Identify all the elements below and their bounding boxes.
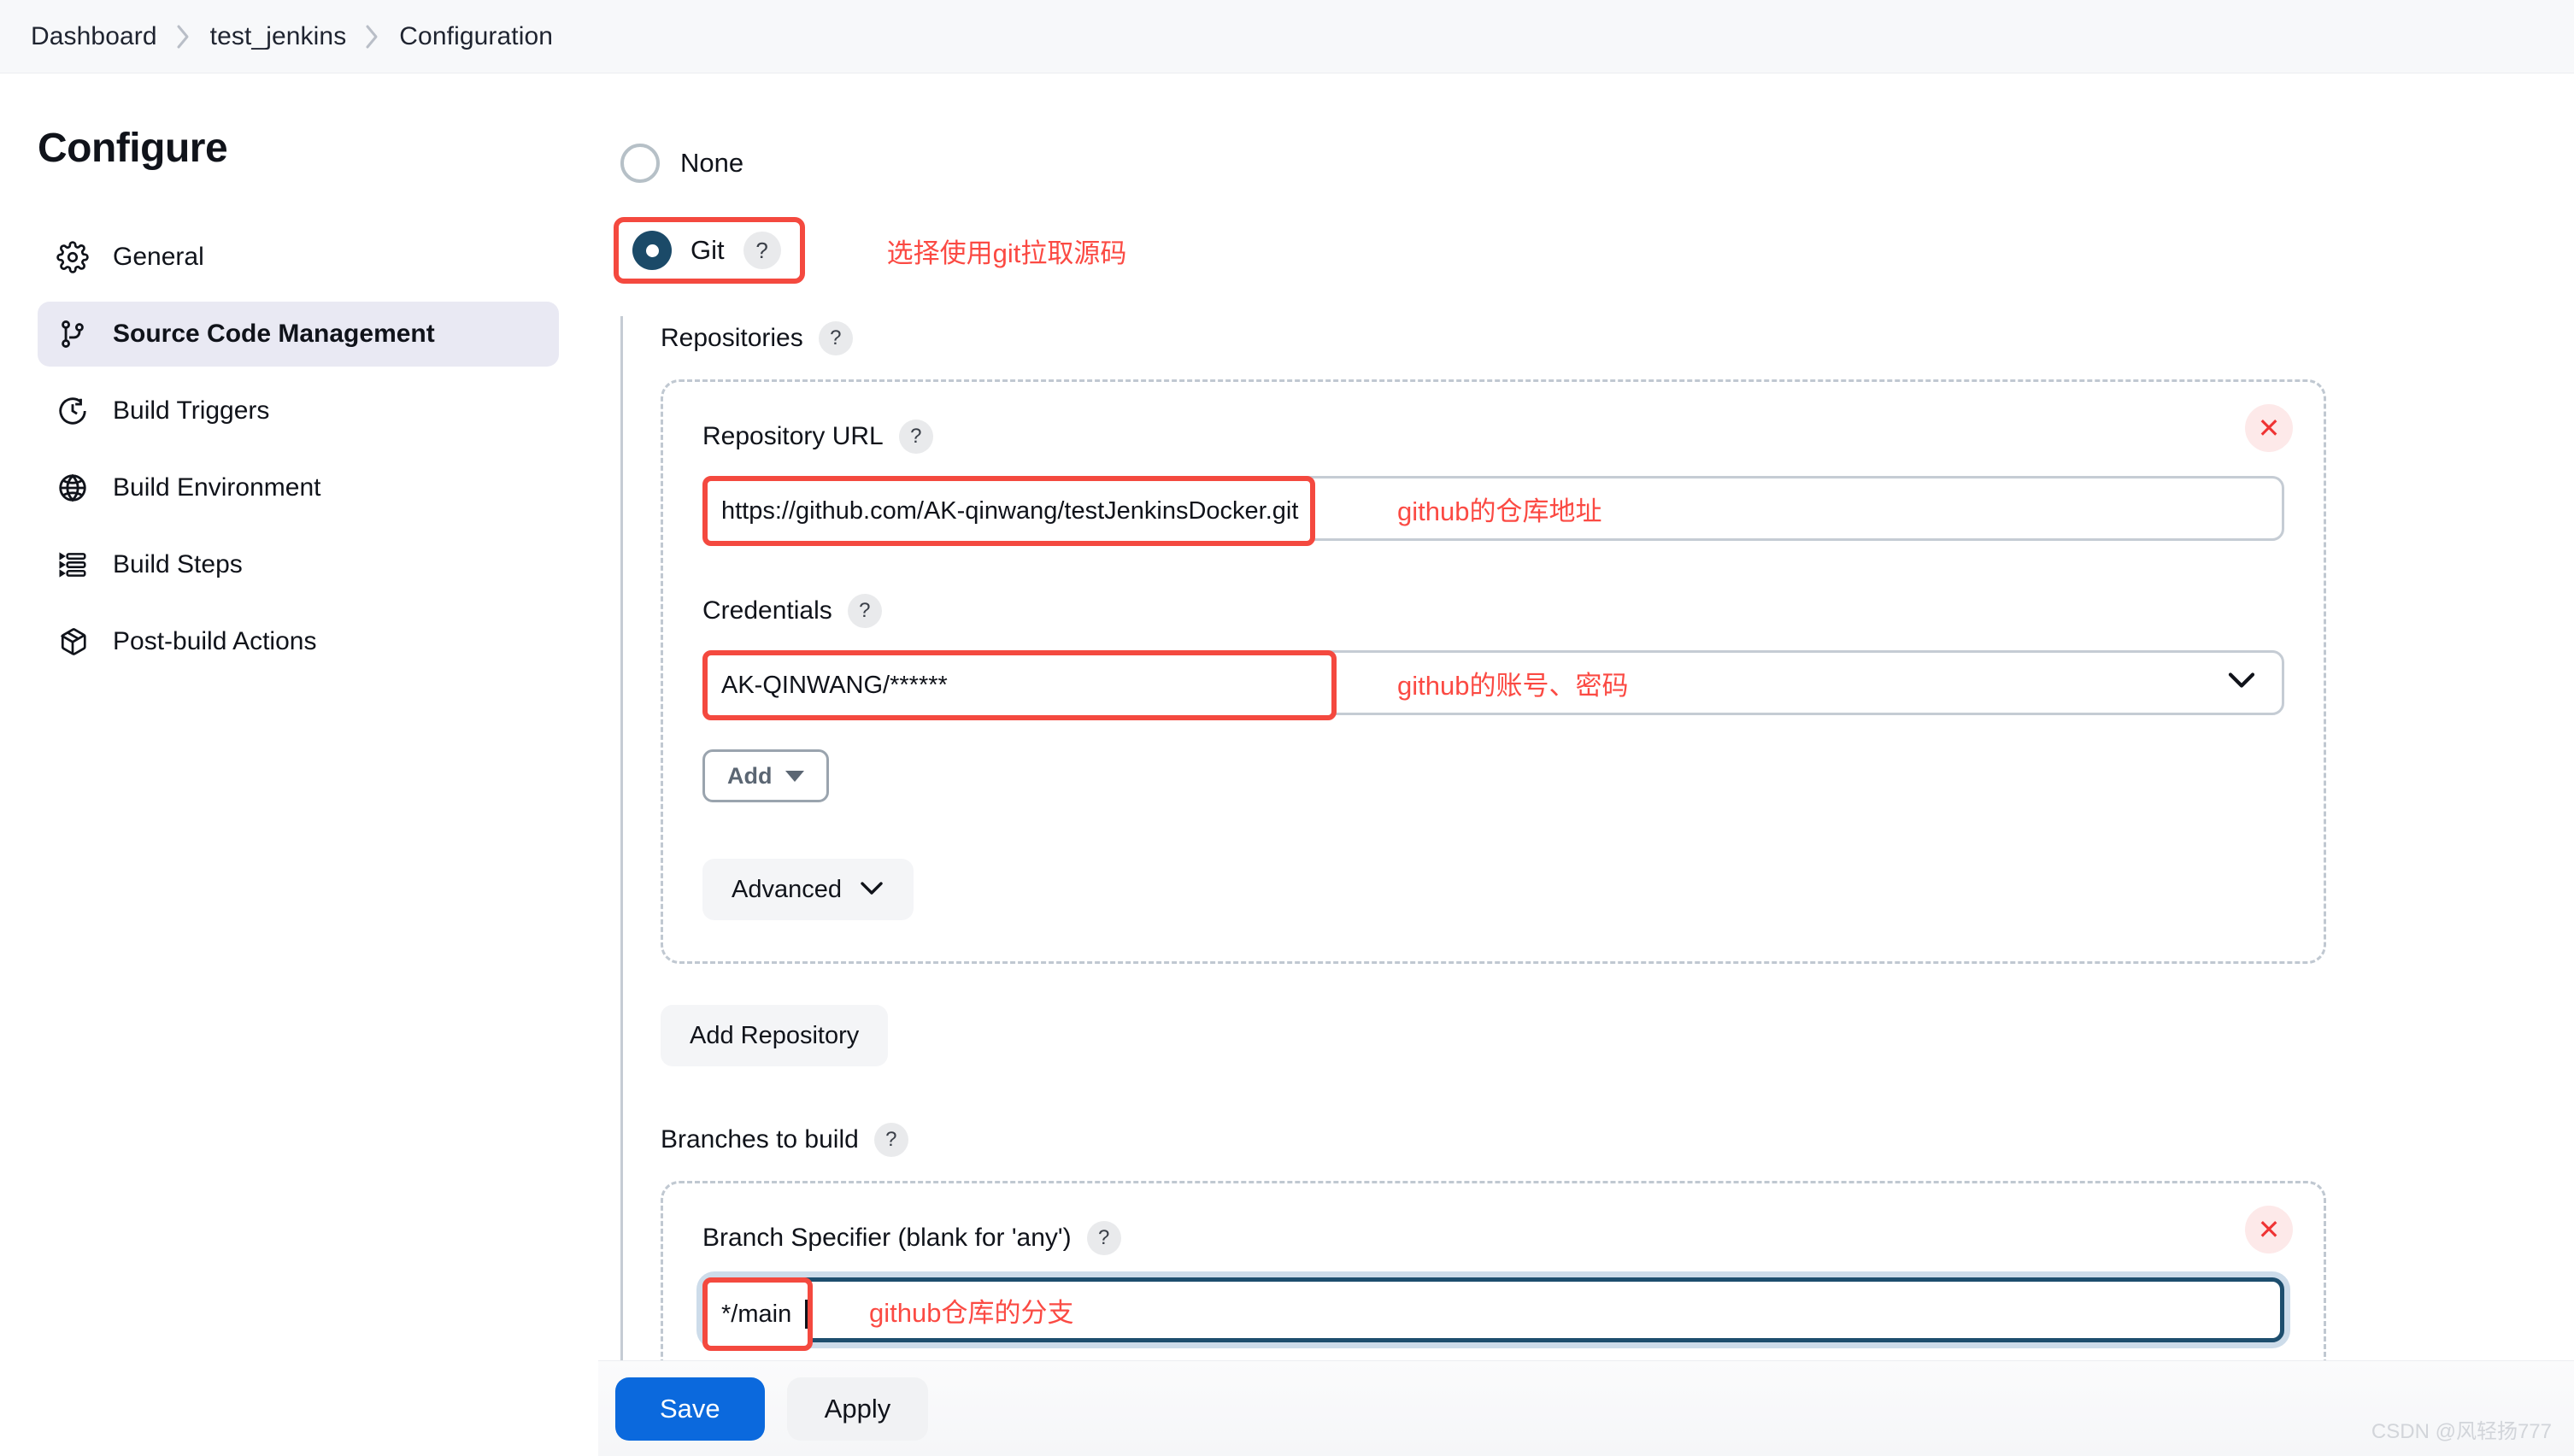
repository-url-field[interactable]: https://github.com/AK-qinwang/testJenkin…	[702, 476, 2284, 546]
clock-icon	[56, 395, 89, 427]
delete-branch-button[interactable]: ✕	[2245, 1206, 2293, 1253]
radio-option-none[interactable]: None	[620, 144, 2574, 183]
delete-repository-button[interactable]: ✕	[2245, 404, 2293, 452]
gear-icon	[56, 241, 89, 273]
chevron-down-icon	[859, 876, 884, 904]
sidebar-item-label: Build Environment	[113, 473, 321, 502]
repository-card: ✕ Repository URL ? https://github.com/AK…	[661, 379, 2326, 964]
sidebar-item-general[interactable]: General	[38, 225, 559, 290]
credentials-select[interactable]: AK-QINWANG/****** github的账号、密码	[702, 650, 2284, 720]
advanced-button[interactable]: Advanced	[702, 859, 914, 920]
sidebar-item-build-steps[interactable]: Build Steps	[38, 532, 559, 597]
repository-url-label: Repository URL	[702, 422, 884, 450]
radio-git-label: Git	[691, 235, 725, 265]
credentials-value: AK-QINWANG/******	[721, 671, 948, 699]
repository-url-highlight[interactable]: https://github.com/AK-qinwang/testJenkin…	[702, 476, 1316, 546]
credentials-label: Credentials	[702, 596, 832, 625]
watermark: CSDN @风轻扬777	[2371, 1420, 2552, 1443]
help-icon-git[interactable]: ?	[743, 232, 781, 269]
apply-button[interactable]: Apply	[786, 1377, 929, 1441]
repositories-label: Repositories	[661, 324, 803, 352]
branch-specifier-label: Branch Specifier (blank for 'any')	[702, 1224, 1072, 1252]
add-repository-button[interactable]: Add Repository	[661, 1005, 889, 1066]
git-settings-body: Repositories ? ✕ Repository URL ? https:…	[620, 316, 2574, 1456]
scrolled-heading-remnant	[1483, 73, 1490, 83]
repository-url-value: https://github.com/AK-qinwang/testJenkin…	[721, 496, 1299, 525]
box-icon	[56, 625, 89, 658]
caret-down-icon	[785, 770, 805, 782]
sidebar: Configure General Source Code Management…	[0, 73, 598, 1456]
branch-specifier-value: */main	[721, 1300, 792, 1328]
annotation-branch-specifier: github仓库的分支	[869, 1297, 1074, 1328]
list-icon	[56, 549, 89, 581]
repositories-header: Repositories ?	[661, 321, 2574, 355]
breadcrumb-item-test-jenkins[interactable]: test_jenkins	[210, 22, 347, 51]
sidebar-item-label: Post-build Actions	[113, 627, 317, 655]
sidebar-item-label: General	[113, 243, 204, 271]
radio-none-label: None	[680, 148, 744, 178]
help-icon-branch-specifier[interactable]: ?	[1086, 1221, 1121, 1255]
chevron-right-icon	[176, 24, 191, 50]
branch-specifier-highlight[interactable]: */main	[702, 1277, 814, 1351]
chevron-down-icon[interactable]	[2227, 672, 2256, 695]
credentials-header: Credentials ?	[702, 594, 2284, 628]
chevron-right-icon	[365, 24, 380, 50]
save-button[interactable]: Save	[615, 1377, 765, 1441]
page-title: Configure	[38, 126, 228, 171]
breadcrumb-item-configuration[interactable]: Configuration	[399, 22, 553, 51]
globe-icon	[56, 472, 89, 504]
sidebar-item-label: Build Steps	[113, 550, 243, 578]
credentials-highlight[interactable]: AK-QINWANG/******	[702, 650, 1337, 720]
branches-label: Branches to build	[661, 1125, 859, 1154]
help-icon-repository-url[interactable]: ?	[898, 420, 933, 454]
annotation-credentials: github的账号、密码	[1397, 670, 1629, 701]
branch-specifier-field[interactable]: */main github仓库的分支	[702, 1277, 2284, 1351]
add-credentials-label: Add	[727, 762, 773, 789]
help-icon-branches[interactable]: ?	[873, 1123, 908, 1157]
branch-specifier-header: Branch Specifier (blank for 'any') ?	[702, 1221, 2284, 1255]
git-option-row: Git ? 选择使用git拉取源码	[614, 217, 2574, 284]
breadcrumb: Dashboard test_jenkins Configuration	[0, 0, 2574, 73]
add-repository-label: Add Repository	[690, 1021, 860, 1049]
sidebar-item-build-triggers[interactable]: Build Triggers	[38, 379, 559, 443]
radio-git-indicator[interactable]	[632, 231, 672, 270]
breadcrumb-item-dashboard[interactable]: Dashboard	[31, 22, 157, 51]
annotation-repository-url: github的仓库地址	[1397, 496, 1602, 526]
annotation-git: 选择使用git拉取源码	[886, 238, 1127, 268]
form-action-bar: Save Apply	[598, 1360, 2574, 1456]
git-branch-icon	[56, 318, 89, 350]
sidebar-item-label: Build Triggers	[113, 396, 270, 425]
advanced-label: Advanced	[732, 875, 842, 903]
scm-panel: None Git ? 选择使用git拉取源码 Repositories ? ✕	[598, 73, 2574, 1456]
help-icon-repositories[interactable]: ?	[818, 321, 853, 355]
repository-url-header: Repository URL ?	[702, 420, 2284, 454]
help-icon-credentials[interactable]: ?	[847, 594, 882, 628]
sidebar-item-build-environment[interactable]: Build Environment	[38, 455, 559, 520]
sidebar-item-source-code-management[interactable]: Source Code Management	[38, 302, 559, 367]
git-option-highlight[interactable]: Git ?	[614, 217, 805, 284]
sidebar-item-label: Source Code Management	[113, 320, 435, 348]
text-caret	[805, 1300, 808, 1329]
radio-none-indicator[interactable]	[620, 144, 660, 183]
add-credentials-button[interactable]: Add	[702, 749, 830, 802]
sidebar-item-post-build-actions[interactable]: Post-build Actions	[38, 609, 559, 674]
branches-header: Branches to build ?	[661, 1123, 2574, 1157]
